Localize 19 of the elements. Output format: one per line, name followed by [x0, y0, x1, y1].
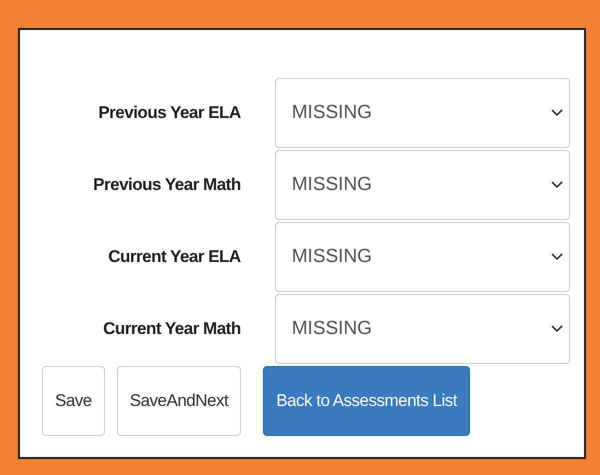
select-dropdown[interactable]: MISSING [274, 294, 570, 364]
select-value: MISSING [292, 244, 372, 269]
field-label: Previous Year Math [92, 174, 242, 196]
select-dropdown[interactable]: MISSING [274, 150, 570, 220]
chevron-down-icon [551, 253, 563, 261]
field-label: Previous Year ELA [97, 102, 242, 124]
select-value: MISSING [292, 172, 372, 197]
save-button[interactable]: SaveAndNext [116, 366, 242, 436]
select-value: MISSING [292, 316, 372, 341]
select-dropdown[interactable]: MISSING [274, 222, 570, 292]
field-label: Current Year ELA [107, 246, 242, 268]
back-button[interactable]: Back to Assessments List [263, 366, 470, 436]
chevron-down-icon [551, 109, 563, 117]
select-dropdown[interactable]: MISSING [274, 78, 570, 148]
chevron-down-icon [551, 325, 563, 333]
select-value: MISSING [292, 100, 372, 125]
field-label: Current Year Math [102, 318, 242, 340]
chevron-down-icon [551, 181, 563, 189]
save-button[interactable]: Save [42, 366, 105, 436]
